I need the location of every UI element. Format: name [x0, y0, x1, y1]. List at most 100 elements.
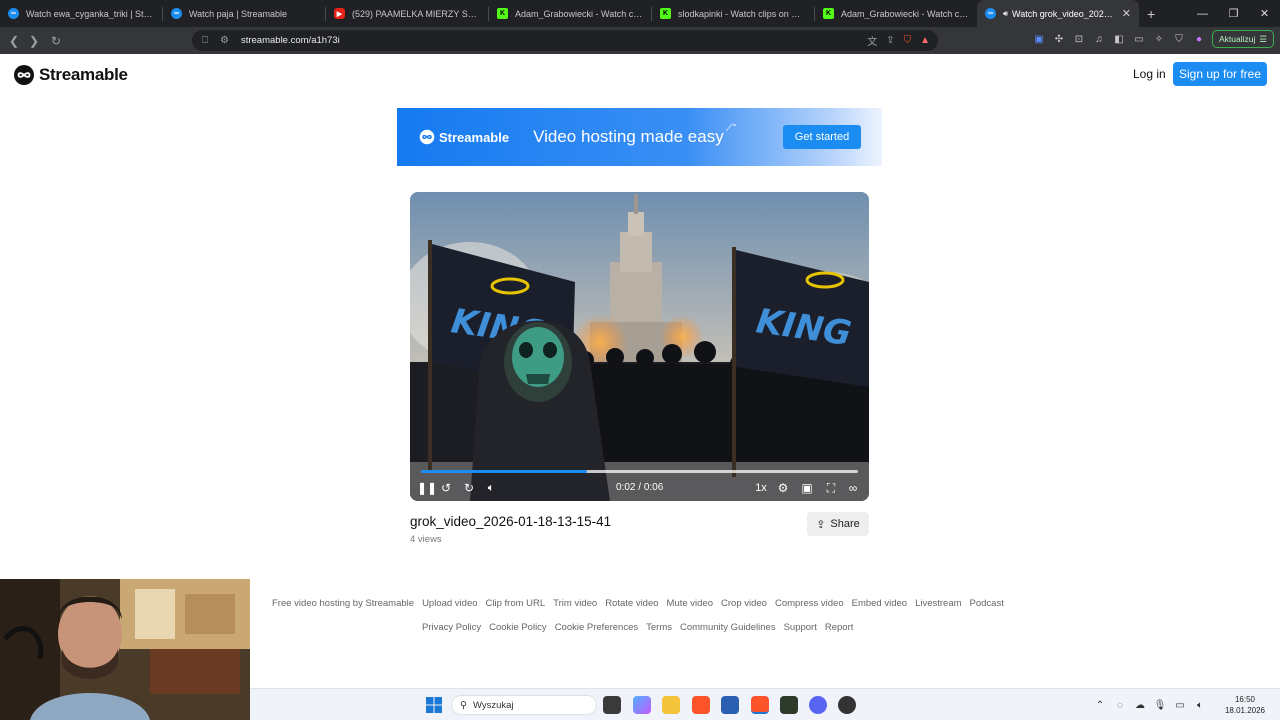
share-page-icon[interactable]: ⇪ — [886, 35, 894, 46]
translate-icon[interactable]: 文 — [867, 33, 877, 48]
clock-date: 18.01.2026 — [1224, 706, 1266, 715]
browser-tab-active[interactable]: ∞ 🔊︎ Watch grok_video_2026-01-18-13-15-4… — [977, 0, 1139, 27]
footer-link[interactable]: Terms — [646, 622, 672, 633]
footer-link[interactable]: Community Guidelines — [680, 622, 776, 633]
update-button[interactable]: Aktualizuj ☰ — [1211, 30, 1274, 48]
footer-link[interactable]: Mute video — [667, 598, 713, 609]
site-info-icon[interactable]: ⚙ — [220, 35, 229, 46]
minimize-icon[interactable]: — — [1187, 0, 1218, 27]
microphone-icon[interactable]: 🎙︎ — [1150, 700, 1170, 711]
bookmark-icon[interactable]: ⎕ — [202, 35, 208, 46]
fullscreen-icon[interactable]: ⛶ — [823, 480, 839, 496]
browser-tab[interactable]: K slodkapinki - Watch clips on Kick — [652, 0, 814, 27]
footer-link[interactable]: Cookie Preferences — [555, 622, 638, 633]
settings-icon[interactable]: ⚙ — [775, 480, 791, 496]
speaker-icon[interactable]: 🔊︎ — [1003, 9, 1008, 19]
chevron-up-icon[interactable]: ⌃ — [1090, 700, 1110, 711]
video-frame: KING KING — [410, 192, 869, 501]
game-icon[interactable] — [780, 696, 798, 714]
task-view-icon[interactable] — [603, 696, 621, 714]
get-started-button[interactable]: Get started — [783, 125, 861, 149]
discord-icon[interactable] — [809, 696, 827, 714]
tab-title: (529) PAAMELKA MIERZY SUKIENKI !! — [352, 8, 480, 19]
forward-icon[interactable]: ❯ — [24, 31, 44, 51]
profile-icon[interactable]: ● — [1192, 32, 1206, 46]
streamable-icon[interactable]: ∞ — [845, 480, 861, 496]
footer-link[interactable]: Cookie Policy — [489, 622, 547, 633]
footer-link[interactable]: Support — [784, 622, 817, 633]
extension-icon[interactable]: ▣ — [1032, 32, 1046, 46]
promo-banner[interactable]: Streamable Video hosting made easy ⟋⁼ Ge… — [397, 108, 882, 166]
restore-icon[interactable]: ❐ — [1218, 0, 1249, 27]
footer-link[interactable]: Livestream — [915, 598, 961, 609]
streamable-logo[interactable]: Streamable — [13, 64, 128, 86]
speed-button[interactable]: 1x — [753, 480, 769, 496]
close-window-icon[interactable]: ✕ — [1249, 0, 1280, 27]
footer-link[interactable]: Crop video — [721, 598, 767, 609]
footer-link[interactable]: Clip from URL — [486, 598, 546, 609]
back-icon[interactable]: ❮ — [4, 31, 24, 51]
login-link[interactable]: Log in — [1133, 67, 1166, 81]
footer-link[interactable]: Upload video — [422, 598, 477, 609]
copilot-icon[interactable] — [633, 696, 651, 714]
network-icon[interactable]: ▭ — [1170, 700, 1190, 711]
browser-tab[interactable]: K Adam_Grabowiecki - Watch clips on Kick — [815, 0, 977, 27]
browser-tab[interactable]: ∞ Watch paja | Streamable — [163, 0, 325, 27]
footer-links-primary: Free video hosting by Streamable Upload … — [272, 598, 1004, 609]
tabs-icon[interactable]: ⊡ — [1072, 32, 1086, 46]
cloud-icon[interactable]: ☁ — [1130, 700, 1150, 711]
browser-tab[interactable]: K Adam_Grabowiecki - Watch clips on Kick — [489, 0, 651, 27]
brave-shield-icon[interactable]: ⛉ — [904, 35, 912, 46]
footer-link[interactable]: Privacy Policy — [422, 622, 481, 633]
progress-bar[interactable] — [421, 470, 858, 473]
kick-favicon-icon: K — [497, 8, 508, 19]
time-display: 0:02 / 0:06 — [616, 482, 663, 493]
browser-tab[interactable]: ∞ Watch ewa_cyganka_triki | Streamable — [0, 0, 162, 27]
footer-link[interactable]: Embed video — [852, 598, 907, 609]
signup-button[interactable]: Sign up for free — [1173, 62, 1267, 86]
tray-app-icon[interactable]: ◌ — [1110, 700, 1130, 711]
new-tab-icon[interactable]: + — [1147, 6, 1155, 22]
clock[interactable]: 16:50 18.01.2026 — [1210, 694, 1280, 716]
footer-link[interactable]: Podcast — [970, 598, 1004, 609]
site-header: Streamable Log in Sign up for free — [0, 54, 1280, 96]
address-bar-actions: 文 ⇪ ⛉ ▲ — [867, 33, 930, 48]
footer-link[interactable]: Compress video — [775, 598, 844, 609]
windows-start-icon[interactable] — [426, 697, 442, 713]
store-icon[interactable] — [721, 696, 739, 714]
rewind-icon[interactable]: ↺ — [438, 480, 454, 496]
brave-browser-icon[interactable] — [692, 696, 710, 714]
extensions-area: ▣ ✣ ⊡ ♫ ◧ ▭ ✧ ⛉ ● Aktualizuj ☰ — [1032, 30, 1274, 48]
close-tab-icon[interactable]: ✕ — [1122, 7, 1131, 20]
footer-link[interactable]: Report — [825, 622, 854, 633]
vpn-icon[interactable]: ⛉ — [1172, 32, 1186, 46]
footer-link[interactable]: Rotate video — [605, 598, 658, 609]
video-player[interactable]: KING KING ❚❚ ↺ ↻ 🔈︎ 0:02 / 0:06 1x ⚙ ▣ ⛶… — [410, 192, 869, 501]
brave-active-icon[interactable] — [751, 696, 769, 714]
pause-icon[interactable]: ❚❚ — [417, 480, 437, 496]
obs-icon[interactable] — [838, 696, 856, 714]
puzzle-icon[interactable]: ✣ — [1052, 32, 1066, 46]
footer-link[interactable]: Trim video — [553, 598, 597, 609]
windows-taskbar: ⚲ Wyszukaj ⌃ ◌ ☁ 🎙︎ ▭ 🔈︎ 16:50 18.01.202… — [250, 688, 1280, 720]
volume-icon[interactable]: 🔈︎ — [483, 480, 499, 496]
wallet-icon[interactable]: ▭ — [1132, 32, 1146, 46]
forward-skip-icon[interactable]: ↻ — [461, 480, 477, 496]
reload-icon[interactable]: ↻ — [46, 31, 66, 51]
file-explorer-icon[interactable] — [662, 696, 680, 714]
music-icon[interactable]: ♫ — [1092, 32, 1106, 46]
share-button[interactable]: ⇪ Share — [807, 512, 869, 536]
footer-link[interactable]: Free video hosting by Streamable — [272, 598, 414, 609]
sidebar-icon[interactable]: ◧ — [1112, 32, 1126, 46]
webcam-overlay — [0, 579, 250, 720]
taskbar-search[interactable]: ⚲ Wyszukaj — [451, 695, 597, 715]
picture-in-picture-icon[interactable]: ▣ — [799, 480, 815, 496]
url-text[interactable]: streamable.com/a1h73i — [241, 35, 340, 46]
volume-tray-icon[interactable]: 🔈︎ — [1190, 700, 1210, 711]
tab-title: Watch paja | Streamable — [189, 8, 288, 19]
leo-ai-icon[interactable]: ✧ — [1152, 32, 1166, 46]
menu-icon[interactable]: ☰ — [1259, 34, 1267, 45]
browser-tab[interactable]: ▶ (529) PAAMELKA MIERZY SUKIENKI !! — [326, 0, 488, 27]
brave-rewards-icon[interactable]: ▲ — [920, 35, 930, 46]
address-bar[interactable]: ⎕ ⚙ streamable.com/a1h73i 文 ⇪ ⛉ ▲ — [192, 30, 938, 51]
